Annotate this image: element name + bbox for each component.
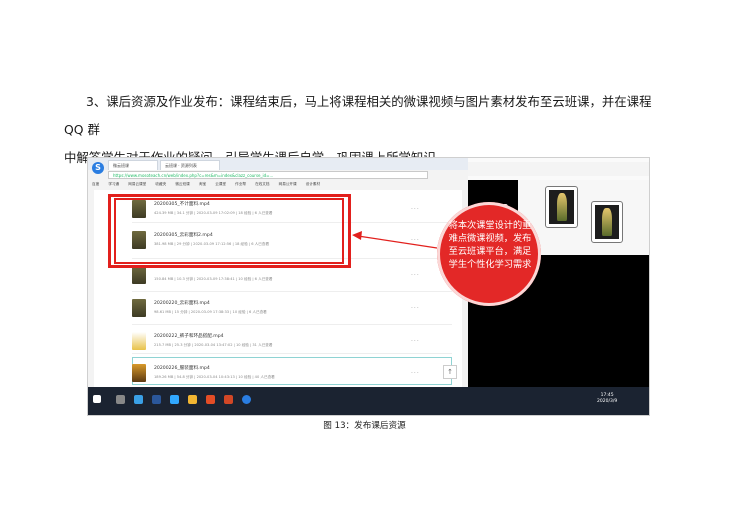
bookmark-item[interactable]: 微云班课	[175, 182, 189, 186]
file-meta: 215.7 MB | 25.3 分钟 | 2020-03-04 13:47:02…	[154, 343, 273, 347]
more-icon[interactable]: ···	[411, 237, 420, 244]
file-name: 20200226_服装面料.mp4	[154, 366, 210, 371]
folder-icon[interactable]	[188, 395, 197, 404]
video-thumbnail	[132, 299, 146, 317]
video-thumbnail	[132, 266, 146, 284]
browser-s-icon[interactable]	[242, 395, 251, 404]
bookmark-item[interactable]: 学习通	[108, 182, 119, 186]
more-icon[interactable]: ···	[411, 338, 420, 345]
file-meta: 189.26 MB | 54.8 分钟 | 2020-03-04 10:43:1…	[154, 375, 275, 379]
divider	[132, 291, 452, 292]
callout-bubble: 将本次课堂设计的重难点微课视频，发布至云班课平台，满足学生个性化学习需求	[437, 202, 541, 306]
divider	[132, 324, 452, 325]
divider	[132, 353, 452, 354]
browser-icon[interactable]	[134, 395, 143, 404]
file-name: 20200220_云彩面料.mp4	[154, 301, 210, 306]
more-icon[interactable]: ···	[411, 305, 420, 312]
clock: 17:45 2020/3/9	[597, 393, 617, 405]
video-thumbnail	[132, 364, 146, 382]
bookmark-item[interactable]: 网易云课堂	[128, 182, 146, 186]
browser-tab-bar: 微云班课 云班课 · 资源列表	[88, 158, 468, 170]
bookmark-item[interactable]: 网易公开课	[279, 182, 297, 186]
search-icon[interactable]	[116, 395, 125, 404]
more-icon[interactable]: ···	[411, 206, 420, 213]
file-meta: 98.61 MB | 15 分钟 | 2020-03-09 17:38:33 |…	[154, 310, 267, 314]
powerpoint-icon[interactable]	[224, 395, 233, 404]
tablet-mockup-image	[545, 186, 578, 228]
bookmarks-bar: 百度 学习通 网易云课堂 收藏夹 微云班课 淘宝 云课堂 作业帮 在线文档 网易…	[92, 181, 468, 188]
bookmark-item[interactable]: 百度	[92, 182, 99, 186]
file-name: 20200222_裤子和环品搭配.mp4	[154, 334, 224, 339]
ppt-ribbon	[468, 162, 649, 176]
paragraph-line-1: 3、课后资源及作业发布：课程结束后，马上将课程相关的微课视频与图片素材发布至云班…	[64, 94, 652, 137]
photoshop-icon[interactable]	[170, 395, 179, 404]
word-icon[interactable]	[152, 395, 161, 404]
bookmark-item[interactable]: 云课堂	[215, 182, 226, 186]
more-icon[interactable]: ···	[411, 272, 420, 279]
bookmark-item[interactable]: 淘宝	[199, 182, 206, 186]
bookmark-item[interactable]: 作业帮	[235, 182, 246, 186]
selected-row-outline	[132, 357, 452, 385]
bookmark-item[interactable]: 设计素材	[306, 182, 320, 186]
figure-caption: 图 13：发布课后资源	[323, 421, 406, 431]
app-icon[interactable]	[206, 395, 215, 404]
clock-date: 2020/3/9	[597, 399, 618, 404]
callout-text: 将本次课堂设计的重难点微课视频，发布至云班课平台，满足学生个性化学习需求	[448, 220, 532, 270]
file-meta: 150.84 MB | 10.3 分钟 | 2020-03-09 17:38:4…	[154, 277, 273, 281]
highlight-frame-inner	[114, 198, 344, 264]
address-bar[interactable]: https://www.mosoteach.cn/web/index.php?c…	[108, 171, 428, 179]
video-thumbnail	[132, 332, 146, 350]
browser-tab-1[interactable]: 微云班课	[108, 160, 158, 170]
embedded-screenshot: 微云班课 云班课 · 资源列表 S https://www.mosoteach.…	[88, 158, 649, 415]
tablet-mockup-image	[591, 201, 623, 243]
windows-taskbar: 17:45 2020/3/9	[88, 387, 649, 415]
browser-tab-2[interactable]: 云班课 · 资源列表	[160, 160, 220, 170]
more-icon[interactable]: ···	[411, 370, 420, 377]
bookmark-item[interactable]: 在线文档	[255, 182, 269, 186]
bookmark-item[interactable]: 收藏夹	[155, 182, 166, 186]
ppt-header	[468, 158, 649, 180]
start-icon[interactable]	[93, 395, 101, 403]
scroll-to-top-icon[interactable]: ↑	[443, 365, 457, 379]
browser-logo-icon: S	[92, 162, 104, 174]
